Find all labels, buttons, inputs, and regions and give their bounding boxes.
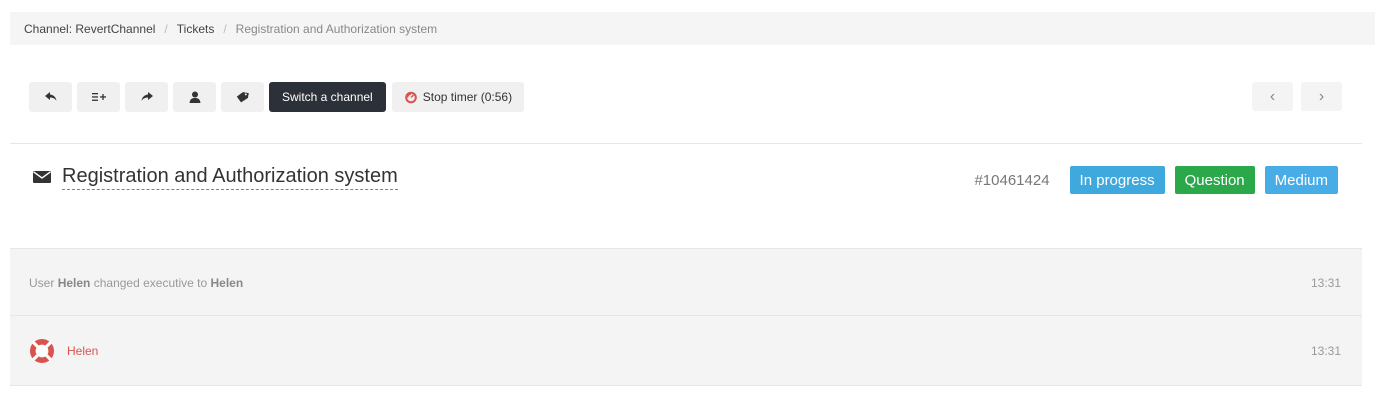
- reply-button[interactable]: [29, 82, 72, 112]
- add-note-button[interactable]: [77, 82, 120, 112]
- tag-icon: [236, 92, 249, 103]
- tag-button[interactable]: [221, 82, 264, 112]
- event-actor: Helen: [57, 275, 91, 290]
- breadcrumb: Channel: RevertChannel / Tickets / Regis…: [10, 12, 1375, 45]
- event-text: User Helen changed executive to Helen: [29, 276, 243, 290]
- lifebuoy-icon: [30, 338, 54, 363]
- type-badge[interactable]: Question: [1174, 166, 1255, 194]
- author-name[interactable]: Helen: [67, 344, 98, 358]
- user-icon: [189, 91, 200, 103]
- ticket-navigation: ‹ ›: [1252, 82, 1350, 111]
- event-prefix: User: [29, 275, 55, 290]
- breadcrumb-separator: /: [164, 21, 168, 36]
- activity-item: User Helen changed executive to Helen 13…: [10, 248, 1362, 316]
- ticket-meta: #10461424 In progress Question Medium: [974, 166, 1338, 194]
- stop-timer-button[interactable]: Stop timer (0:56): [391, 82, 525, 112]
- breadcrumb-channel[interactable]: Channel: RevertChannel: [24, 22, 155, 36]
- reply-icon: [44, 92, 56, 101]
- previous-ticket-button[interactable]: ‹: [1252, 82, 1293, 111]
- list-add-icon: [91, 93, 106, 101]
- priority-badge[interactable]: Medium: [1264, 166, 1338, 194]
- message-time: 13:31: [1310, 343, 1341, 358]
- breadcrumb-current: Registration and Authorization system: [235, 21, 438, 36]
- stopwatch-icon: [404, 91, 417, 104]
- activity-item: Helen 13:31: [10, 315, 1362, 386]
- divider: [10, 143, 1362, 144]
- forward-button[interactable]: [125, 82, 168, 112]
- breadcrumb-separator: /: [223, 21, 227, 36]
- envelope-icon: [33, 171, 51, 183]
- forward-icon: [141, 92, 153, 101]
- stop-timer-label: Stop timer (0:56): [422, 90, 513, 104]
- status-badge[interactable]: In progress: [1069, 166, 1165, 194]
- event-target: Helen: [210, 275, 244, 290]
- next-ticket-button[interactable]: ›: [1301, 82, 1342, 111]
- ticket-title[interactable]: Registration and Authorization system: [62, 164, 398, 190]
- ticket-header: Registration and Authorization system: [33, 164, 398, 190]
- ticket-id: #10461424: [974, 171, 1050, 189]
- event-action: changed executive to: [93, 275, 208, 290]
- assign-user-button[interactable]: [173, 82, 216, 112]
- event-time: 13:31: [1310, 275, 1341, 290]
- message-author: Helen: [29, 338, 98, 364]
- switch-channel-button[interactable]: Switch a channel: [269, 82, 386, 112]
- breadcrumb-tickets[interactable]: Tickets: [177, 22, 215, 36]
- ticket-toolbar: Switch a channel Stop timer (0:56): [29, 82, 529, 112]
